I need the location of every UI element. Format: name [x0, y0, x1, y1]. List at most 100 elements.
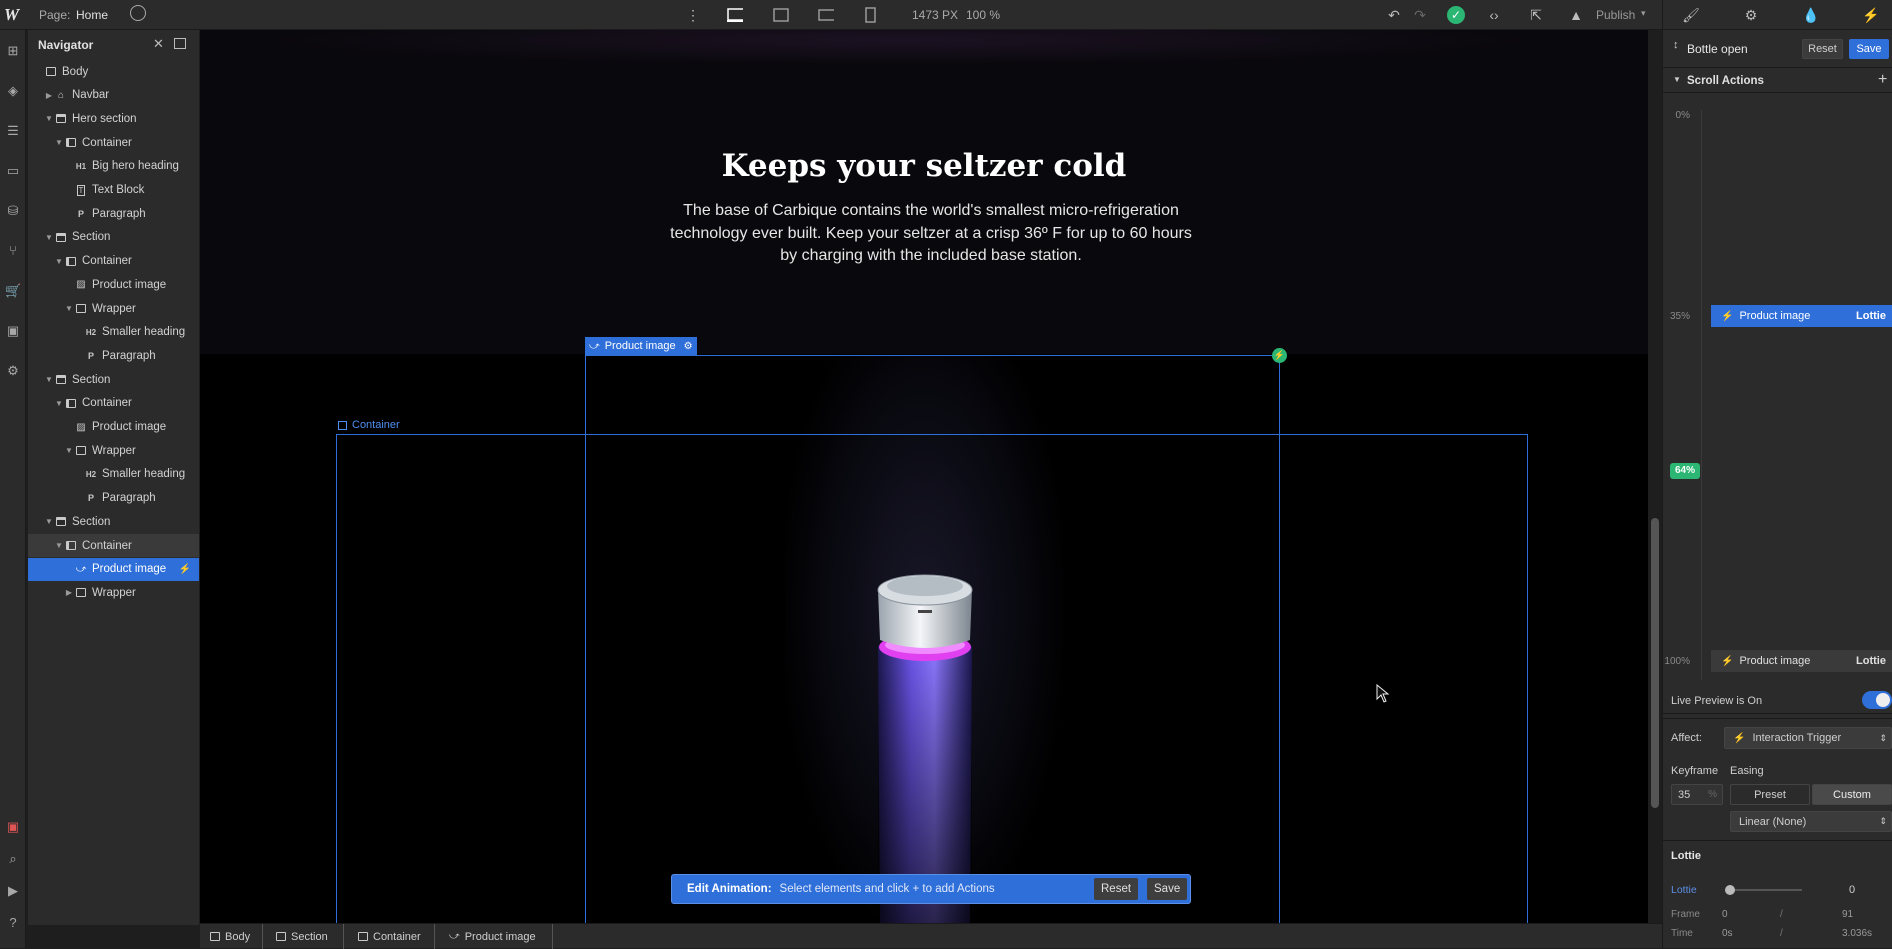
mobile-landscape-icon[interactable] [818, 7, 834, 23]
check-status-icon[interactable]: ✓ [1447, 6, 1465, 24]
tablet-landscape-icon[interactable] [773, 7, 789, 23]
assets-icon[interactable]: ▣ [5, 323, 21, 339]
navigator-item[interactable]: ▼ Wrapper [28, 439, 199, 462]
code-icon[interactable]: ‹› [1486, 7, 1502, 23]
gear-icon[interactable]: ⚙ [1743, 7, 1759, 23]
navigator-item[interactable]: ▼ Container [28, 534, 199, 557]
caret-right-icon[interactable]: ▶ [44, 91, 54, 100]
navigator-item[interactable]: P Paragraph [28, 202, 199, 225]
caret-down-icon[interactable]: ▼ [64, 446, 74, 455]
eye-icon[interactable] [130, 5, 146, 21]
lottie-slider-thumb[interactable] [1725, 885, 1735, 895]
keyframe-100[interactable]: ⚡ Product image Lottie [1711, 650, 1892, 672]
dock-icon[interactable] [174, 38, 186, 49]
container-tag[interactable]: Container [338, 419, 400, 431]
search-icon[interactable]: ⌕ [5, 851, 21, 867]
hero-heading[interactable]: Keeps your seltzer cold [200, 148, 1648, 184]
caret-down-icon[interactable]: ▼ [44, 114, 54, 123]
breadcrumb-section[interactable]: Section [276, 928, 328, 945]
navigator-item[interactable]: T Text Block [28, 179, 199, 202]
product-image-selection[interactable] [585, 355, 1280, 923]
navigator-item[interactable]: ▼ Wrapper [28, 297, 199, 320]
scroll-actions-heading[interactable]: Scroll Actions [1687, 75, 1764, 87]
drops-icon[interactable]: 💧 [1802, 7, 1819, 23]
cms-icon[interactable]: ⛁ [5, 203, 21, 219]
undo-icon[interactable]: ↶ [1386, 7, 1402, 23]
close-icon[interactable]: ✕ [153, 36, 164, 52]
cube-icon[interactable]: ◈ [5, 83, 21, 99]
caret-down-icon[interactable]: ▼ [44, 375, 54, 384]
navigator-item[interactable]: ▨ Product image [28, 273, 199, 296]
mobile-portrait-icon[interactable] [862, 7, 878, 23]
breadcrumb-container[interactable]: Container [358, 928, 421, 945]
add-action-icon[interactable]: + [1878, 71, 1887, 89]
design-canvas[interactable]: Keeps your seltzer cold The base of Carb… [200, 30, 1648, 923]
breadcrumb-body[interactable]: Body [210, 928, 250, 945]
navigator-item[interactable]: P Paragraph [28, 344, 199, 367]
live-preview-toggle[interactable] [1862, 691, 1892, 709]
navigator-icon[interactable]: ☰ [5, 123, 21, 139]
caret-down-icon[interactable]: ▼ [54, 138, 64, 147]
navigator-item[interactable]: H2 Smaller heading [28, 463, 199, 486]
timeline-area[interactable] [1663, 93, 1892, 713]
interaction-trigger-icon[interactable]: ⚡ [1272, 348, 1287, 363]
reset-button[interactable]: Reset [1802, 39, 1843, 59]
navigator-item[interactable]: ▼ Section [28, 226, 199, 249]
navigator-item[interactable]: P Paragraph [28, 487, 199, 510]
help-icon[interactable]: ? [5, 915, 21, 931]
navigator-item[interactable]: ▼ Container [28, 392, 199, 415]
add-panel-icon[interactable]: ⊞ [5, 43, 21, 59]
easing-select[interactable]: Linear (None) ⇕ [1730, 811, 1892, 832]
interactions-icon[interactable]: ⚡ [1862, 7, 1879, 23]
caret-down-icon[interactable]: ▼ [54, 399, 64, 408]
affect-select[interactable]: ⚡ Interaction Trigger ⇕ [1724, 727, 1892, 749]
flow-icon[interactable]: ⑂ [5, 243, 21, 259]
more-icon[interactable]: ⋮ [685, 7, 701, 23]
caret-right-icon[interactable]: ▶ [64, 588, 74, 597]
navigator-item[interactable]: ▼ Hero section [28, 107, 199, 130]
navigator-item[interactable]: H1 Big hero heading [28, 155, 199, 178]
publish-button[interactable]: Publish [1596, 8, 1635, 22]
redo-icon[interactable]: ↷ [1412, 7, 1428, 23]
navigator-item[interactable]: ⤻ Product image ⚡ [28, 557, 199, 581]
canvas-scrollbar[interactable] [1648, 30, 1662, 923]
export-icon[interactable]: ⇱ [1528, 7, 1544, 23]
publish-icon[interactable]: ▲ [1568, 7, 1584, 23]
caret-down-icon[interactable]: ▼ [64, 304, 74, 313]
cart-icon[interactable]: 🛒 [5, 283, 21, 299]
page-name[interactable]: Home [76, 8, 108, 22]
interaction-title[interactable]: Bottle open [1687, 42, 1748, 56]
navigator-item[interactable]: ▨ Product image [28, 416, 199, 439]
product-image-tag[interactable]: ⤻ Product image ⚙ [585, 337, 697, 355]
keyframe-input[interactable]: 35 % [1671, 784, 1723, 805]
edit-animation-save-button[interactable]: Save [1147, 878, 1188, 900]
navigator-item[interactable]: ▼ Section [28, 368, 199, 391]
preset-tab[interactable]: Preset [1730, 784, 1810, 805]
lottie-slider[interactable] [1725, 885, 1802, 895]
navigator-item[interactable]: Body [28, 60, 199, 83]
desktop-star-icon[interactable] [727, 7, 743, 23]
settings-icon[interactable]: ⚙ [5, 363, 21, 379]
navigator-item[interactable]: ▶ ⌂ Navbar [28, 84, 199, 107]
chevron-down-icon[interactable]: ▾ [1641, 8, 1646, 19]
record-icon[interactable]: ▣ [5, 819, 21, 835]
breadcrumb-product-image[interactable]: ⤻ Product image [449, 928, 536, 945]
edit-animation-reset-button[interactable]: Reset [1094, 878, 1139, 900]
caret-down-icon[interactable]: ▼ [44, 517, 54, 526]
caret-down-icon[interactable]: ▼ [54, 541, 64, 550]
interaction-bolt-icon[interactable]: ⚡ [179, 564, 191, 575]
save-button[interactable]: Save [1849, 39, 1889, 59]
video-icon[interactable]: ▶ [5, 883, 21, 899]
scrollbar-thumb[interactable] [1651, 518, 1659, 808]
custom-tab[interactable]: Custom [1812, 784, 1892, 805]
pages-icon[interactable]: ▭ [5, 163, 21, 179]
caret-down-icon[interactable]: ▼ [44, 233, 54, 242]
caret-down-icon[interactable]: ▼ [1673, 75, 1681, 84]
webflow-logo[interactable]: W [4, 5, 19, 25]
caret-down-icon[interactable]: ▼ [54, 257, 64, 266]
keyframe-35[interactable]: ⚡ Product image Lottie [1711, 305, 1892, 327]
gear-icon[interactable]: ⚙ [684, 341, 693, 352]
lottie-value-input[interactable]: 0 [1842, 880, 1892, 900]
navigator-item[interactable]: ▶ Wrapper [28, 581, 199, 604]
navigator-item[interactable]: ▼ Section [28, 510, 199, 533]
